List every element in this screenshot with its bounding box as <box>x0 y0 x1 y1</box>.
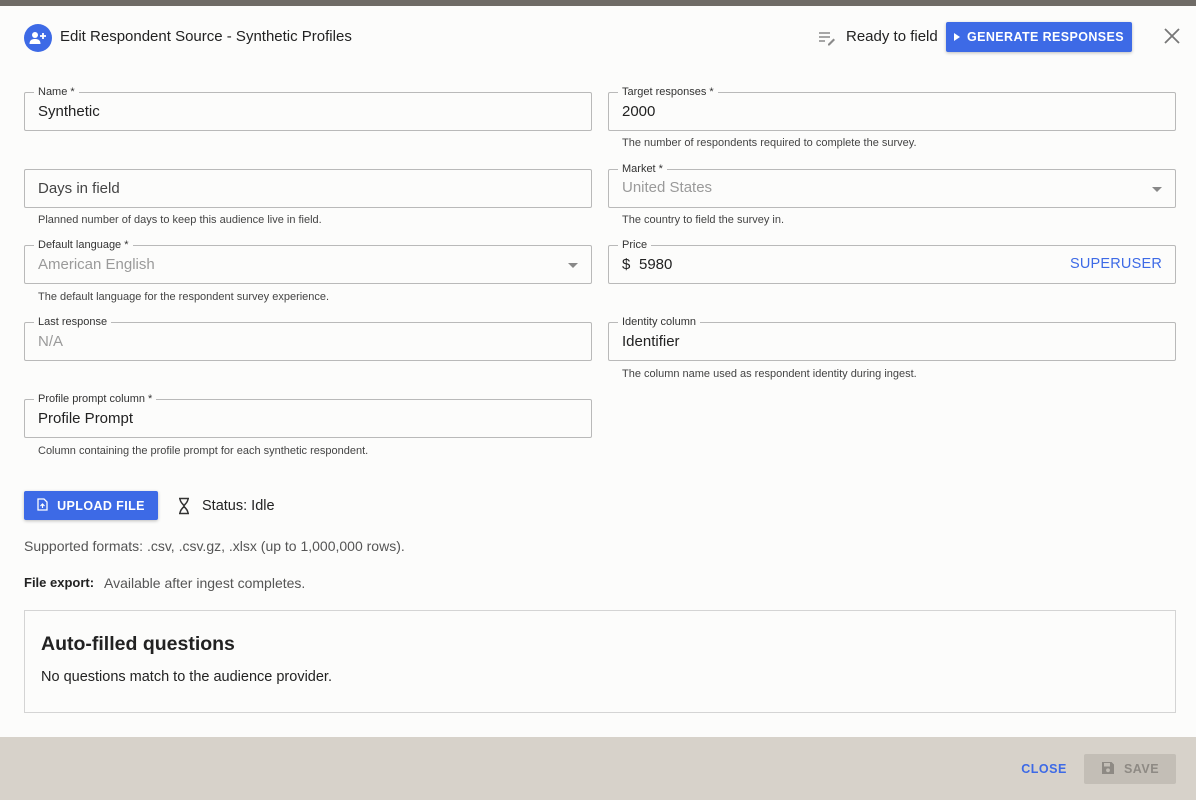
file-export-label: File export: <box>24 575 95 590</box>
profile-prompt-column-helper: Column containing the profile prompt for… <box>38 445 369 457</box>
days-in-field-placeholder: Days in field <box>38 180 120 197</box>
upload-file-button[interactable]: UPLOAD FILE <box>24 491 158 520</box>
default-language-select[interactable]: Default language * American English <box>24 238 592 284</box>
superuser-badge: SUPERUSER <box>1069 256 1162 272</box>
profile-prompt-column-field[interactable]: Profile prompt column * Profile Prompt <box>24 392 592 438</box>
last-response-value: N/A <box>38 333 64 350</box>
identity-column-value: Identifier <box>622 333 680 350</box>
price-field[interactable]: Price $ 5980 SUPERUSER <box>608 238 1176 284</box>
market-label: Market * <box>618 162 667 176</box>
supported-formats: Supported formats: .csv, .csv.gz, .xlsx … <box>24 538 405 554</box>
chevron-down-icon <box>568 263 578 268</box>
name-label: Name * <box>34 85 79 99</box>
edit-list-icon <box>818 30 836 46</box>
auto-filled-heading: Auto-filled questions <box>41 633 235 655</box>
target-responses-value: 2000 <box>622 103 656 120</box>
default-language-label: Default language * <box>34 238 133 252</box>
name-value: Synthetic <box>38 103 100 120</box>
default-language-helper: The default language for the respondent … <box>38 291 330 303</box>
save-icon <box>1101 761 1115 778</box>
dialog-header: Edit Respondent Source - Synthetic Profi… <box>0 6 1196 66</box>
profile-prompt-column-label: Profile prompt column * <box>34 392 157 406</box>
chevron-down-icon <box>1152 187 1162 192</box>
last-response-label: Last response <box>34 315 112 329</box>
dialog-title: Edit Respondent Source - Synthetic Profi… <box>60 28 352 45</box>
play-icon <box>954 33 960 41</box>
upload-file-label: UPLOAD FILE <box>57 498 145 513</box>
save-label: SAVE <box>1123 762 1160 776</box>
ready-status: Ready to field <box>846 28 938 45</box>
auto-filled-questions-panel: Auto-filled questions No questions match… <box>24 610 1176 713</box>
currency-symbol: $ <box>622 256 631 273</box>
auto-filled-message: No questions match to the audience provi… <box>41 669 332 685</box>
market-select[interactable]: Market * United States <box>608 162 1176 208</box>
price-value: 5980 <box>639 256 673 273</box>
close-icon[interactable] <box>1162 26 1182 46</box>
identity-column-field[interactable]: Identity column Identifier <box>608 315 1176 361</box>
target-responses-helper: The number of respondents required to co… <box>622 137 917 149</box>
upload-status: Status: Idle <box>202 498 275 514</box>
upload-file-icon <box>37 497 48 514</box>
price-label: Price <box>618 238 652 252</box>
generate-responses-button[interactable]: GENERATE RESPONSES <box>946 22 1132 52</box>
dialog-footer: CLOSE SAVE <box>0 737 1196 800</box>
generate-responses-label: GENERATE RESPONSES <box>967 30 1124 44</box>
default-language-value: American English <box>38 256 155 273</box>
market-value: United States <box>622 179 713 196</box>
hourglass-icon <box>177 497 191 515</box>
profile-prompt-column-value: Profile Prompt <box>38 410 134 427</box>
market-helper: The country to field the survey in. <box>622 214 785 226</box>
identity-column-helper: The column name used as respondent ident… <box>622 368 917 380</box>
days-in-field-helper: Planned number of days to keep this audi… <box>38 214 322 226</box>
name-field[interactable]: Name * Synthetic <box>24 85 592 131</box>
save-button[interactable]: SAVE <box>1084 754 1176 784</box>
target-responses-field[interactable]: Target responses * 2000 <box>608 85 1176 131</box>
identity-column-label: Identity column <box>618 315 700 329</box>
target-responses-label: Target responses * <box>618 85 718 99</box>
last-response-field: Last response N/A <box>24 315 592 361</box>
days-in-field-input[interactable]: Days in field <box>24 169 592 208</box>
group-add-icon <box>24 24 52 52</box>
close-button[interactable]: CLOSE <box>1014 759 1074 779</box>
file-export-text: Available after ingest completes. <box>104 575 306 591</box>
